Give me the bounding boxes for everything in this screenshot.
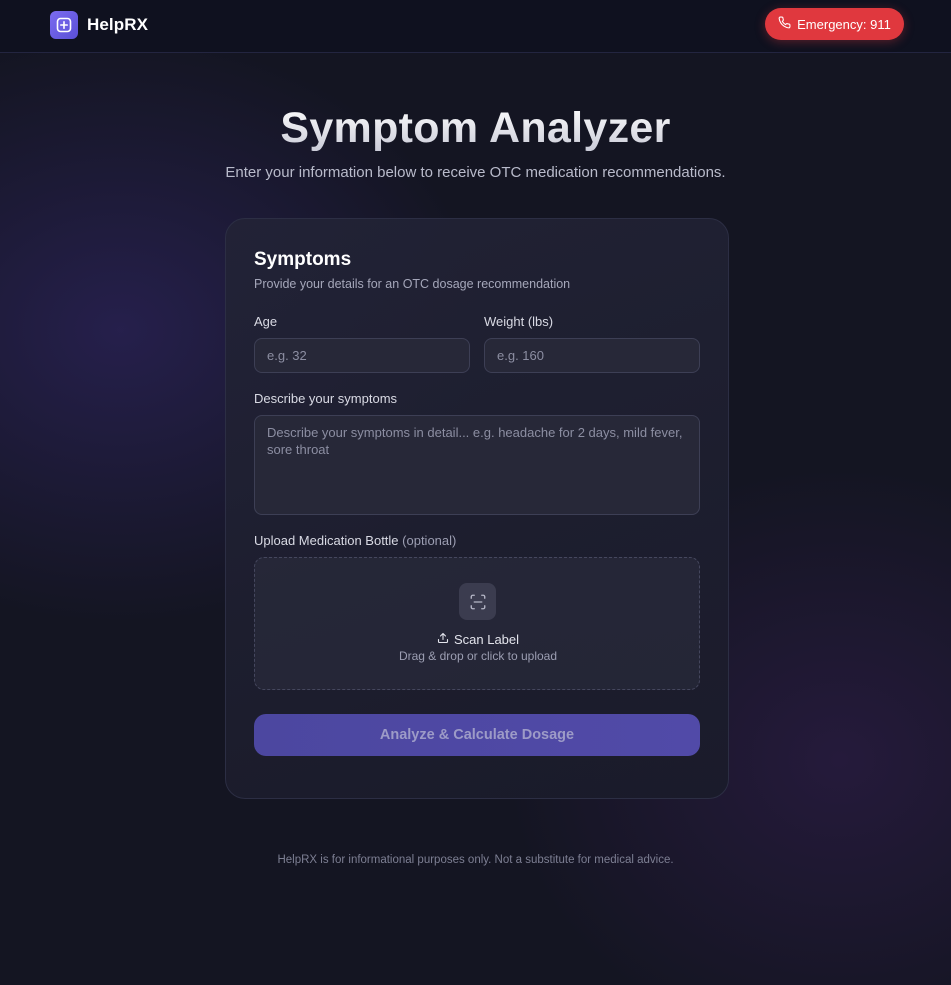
page-subtitle: Enter your information below to receive … xyxy=(225,164,726,181)
upload-label-row: Upload Medication Bottle (optional) xyxy=(254,533,456,548)
upload-dropzone[interactable]: Scan Label Drag & drop or click to uploa… xyxy=(254,557,700,690)
scan-label-row: Scan Label xyxy=(255,632,701,647)
drag-drop-hint: Drag & drop or click to upload xyxy=(398,649,558,663)
symptoms-textarea[interactable] xyxy=(254,415,700,515)
analyze-button[interactable]: Analyze & Calculate Dosage xyxy=(254,714,700,756)
phone-icon xyxy=(778,16,797,32)
upload-icon xyxy=(437,632,454,647)
symptom-form-card: Symptoms Provide your details for an OTC… xyxy=(225,218,729,799)
optional-tag: (optional) xyxy=(402,533,457,548)
plus-square-icon xyxy=(50,11,78,39)
emergency-label: Emergency: 911 xyxy=(797,16,891,32)
scan-label: Scan Label xyxy=(453,632,520,647)
emergency-call-button[interactable]: Emergency: 911 xyxy=(765,8,904,40)
age-input[interactable] xyxy=(254,338,470,373)
brand[interactable]: HelpRX xyxy=(50,11,148,39)
weight-input[interactable] xyxy=(484,338,700,373)
scan-icon xyxy=(459,583,496,620)
form-title: Symptoms xyxy=(254,249,352,270)
age-label: Age xyxy=(254,314,278,329)
page-title: Symptom Analyzer xyxy=(0,104,951,153)
symptoms-label: Describe your symptoms xyxy=(254,391,398,406)
brand-name: HelpRX xyxy=(87,15,149,34)
top-navbar: HelpRX Emergency: 911 xyxy=(0,0,951,53)
footer-disclaimer: HelpRX is for informational purposes onl… xyxy=(277,854,674,866)
upload-label: Upload Medication Bottle xyxy=(254,533,399,548)
form-subtitle: Provide your details for an OTC dosage r… xyxy=(254,277,571,291)
weight-label: Weight (lbs) xyxy=(484,314,554,329)
